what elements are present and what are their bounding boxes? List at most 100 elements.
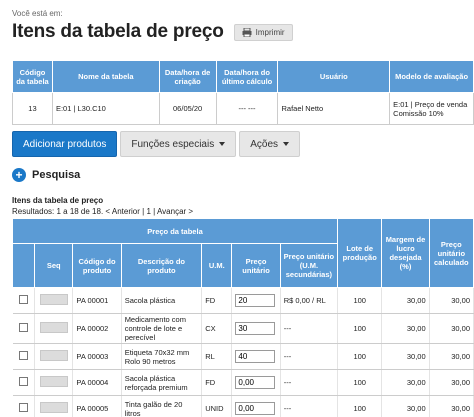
row-checkbox[interactable] bbox=[18, 295, 28, 304]
page-number-link[interactable]: 1 bbox=[146, 207, 150, 216]
col-product-code: Código do produto bbox=[72, 243, 122, 288]
margem-value: 30,00 bbox=[381, 369, 430, 396]
search-toggle[interactable]: + Pesquisa bbox=[12, 168, 80, 182]
seq-cell bbox=[34, 369, 74, 396]
row-select-cell bbox=[12, 395, 36, 417]
seq-field[interactable] bbox=[39, 376, 68, 387]
unit-price-input[interactable] bbox=[235, 350, 276, 363]
chevron-down-icon bbox=[219, 142, 226, 146]
actions-label: Ações bbox=[250, 138, 279, 150]
product-um: FD bbox=[201, 369, 233, 396]
table-name-value: E:01 | L30.C10 bbox=[51, 92, 160, 125]
table-row: PA 00005 Tinta galão de 20 litros UNID -… bbox=[12, 395, 474, 417]
product-um: UNID bbox=[201, 395, 233, 417]
price-cell bbox=[231, 395, 281, 417]
price-table-header-info: Código da tabela Nome da tabela Data/hor… bbox=[12, 60, 474, 125]
table-row: PA 00002 Medicamento com controle de lot… bbox=[12, 313, 474, 344]
unit-price-input[interactable] bbox=[235, 376, 276, 389]
product-code: PA 00001 bbox=[72, 287, 122, 314]
table-code-value: 13 bbox=[12, 92, 53, 125]
table-row: PA 00004 Sacola plástica reforçada premi… bbox=[12, 369, 474, 396]
unit-price-input[interactable] bbox=[235, 322, 276, 335]
seq-field[interactable] bbox=[39, 322, 68, 333]
last-calc-value: --- --- bbox=[215, 92, 279, 125]
col-table-code: Código da tabela bbox=[12, 60, 53, 93]
row-select-cell bbox=[12, 369, 36, 396]
eval-model-value: E:01 | Preço de venda Comissão 10% bbox=[389, 92, 474, 125]
margem-value: 30,00 bbox=[381, 343, 430, 370]
row-checkbox[interactable] bbox=[18, 377, 28, 386]
pagination-separator: | bbox=[142, 207, 145, 216]
col-product-desc: Descrição do produto bbox=[120, 243, 203, 288]
table-row: PA 00001 Sacola plástica FD R$ 0,00 / RL… bbox=[12, 287, 474, 314]
product-code: PA 00005 bbox=[72, 395, 122, 417]
print-button[interactable]: Imprimir bbox=[233, 23, 293, 41]
product-desc: Tinta galão de 20 litros bbox=[121, 395, 203, 417]
product-desc: Sacola plástica bbox=[121, 287, 203, 314]
seq-field[interactable] bbox=[39, 350, 68, 361]
seq-field[interactable] bbox=[39, 294, 68, 305]
table-row: 13 E:01 | L30.C10 06/05/20 --- --- Rafae… bbox=[12, 92, 474, 125]
price-cell bbox=[231, 287, 281, 314]
page-title: Itens da tabela de preço bbox=[12, 21, 224, 42]
previous-link[interactable]: < Anterior bbox=[105, 207, 139, 216]
calc-value: 30,00 bbox=[429, 313, 474, 344]
price-cell bbox=[231, 369, 281, 396]
row-checkbox[interactable] bbox=[18, 323, 28, 332]
price-secondary: --- bbox=[280, 343, 339, 370]
margem-value: 30,00 bbox=[381, 395, 430, 417]
seq-cell bbox=[34, 343, 74, 370]
col-um: U.M. bbox=[201, 243, 233, 288]
special-functions-label: Funções especiais bbox=[131, 138, 215, 150]
col-calc: Preço unitário calculado bbox=[428, 218, 474, 288]
seq-field[interactable] bbox=[39, 402, 68, 413]
unit-price-input[interactable] bbox=[235, 402, 276, 415]
calc-value: 30,00 bbox=[429, 343, 474, 370]
breadcrumb: Você está em: bbox=[12, 9, 63, 18]
plus-icon: + bbox=[12, 168, 26, 182]
row-select-cell bbox=[12, 313, 36, 344]
price-secondary: --- bbox=[280, 395, 339, 417]
pagination: Resultados: 1 a 18 de 18. < Anterior | 1… bbox=[12, 207, 193, 216]
seq-cell bbox=[34, 313, 74, 344]
user-value: Rafael Netto bbox=[277, 92, 391, 125]
chevron-down-icon bbox=[283, 142, 290, 146]
calc-value: 30,00 bbox=[429, 287, 474, 314]
product-um: CX bbox=[201, 313, 233, 344]
price-items-table-body: Preço da tabela Lote de produção Margem … bbox=[11, 218, 474, 417]
search-label: Pesquisa bbox=[32, 169, 81, 181]
col-select bbox=[11, 243, 36, 288]
product-code: PA 00004 bbox=[72, 369, 122, 396]
col-user: Usuário bbox=[277, 60, 391, 93]
actions-button[interactable]: Ações bbox=[239, 131, 301, 157]
print-label: Imprimir bbox=[255, 27, 285, 37]
group-header-price-table: Preço da tabela bbox=[11, 218, 339, 244]
col-lote: Lote de produção bbox=[337, 218, 383, 288]
action-buttons: Adicionar produtos Funções especiais Açõ… bbox=[12, 131, 301, 157]
created-at-value: 06/05/20 bbox=[158, 92, 217, 125]
row-checkbox[interactable] bbox=[18, 351, 28, 360]
row-select-cell bbox=[12, 343, 36, 370]
results-count: Resultados: 1 a 18 de 18. bbox=[12, 207, 104, 216]
unit-price-input[interactable] bbox=[235, 294, 276, 307]
special-functions-button[interactable]: Funções especiais bbox=[120, 131, 237, 157]
price-secondary: R$ 0,00 / RL bbox=[280, 287, 339, 314]
margem-value: 30,00 bbox=[381, 287, 430, 314]
col-unit-price: Preço unitário bbox=[231, 243, 281, 288]
price-secondary: --- bbox=[280, 313, 339, 344]
section-title: Itens da tabela de preço bbox=[12, 196, 104, 205]
product-code: PA 00002 bbox=[72, 313, 122, 344]
col-table-name: Nome da tabela bbox=[51, 60, 160, 93]
row-checkbox[interactable] bbox=[18, 403, 28, 412]
product-um: FD bbox=[201, 287, 233, 314]
lote-value: 100 bbox=[337, 287, 383, 314]
lote-value: 100 bbox=[337, 313, 383, 344]
margem-value: 30,00 bbox=[381, 313, 430, 344]
next-link[interactable]: Avançar > bbox=[157, 207, 193, 216]
col-seq: Seq bbox=[34, 243, 74, 288]
col-eval-model: Modelo de avaliação bbox=[389, 60, 474, 93]
calc-value: 30,00 bbox=[429, 369, 474, 396]
add-products-button[interactable]: Adicionar produtos bbox=[12, 131, 118, 157]
product-desc: Sacola plástica reforçada premium bbox=[121, 369, 203, 396]
calc-value: 30,00 bbox=[429, 395, 474, 417]
